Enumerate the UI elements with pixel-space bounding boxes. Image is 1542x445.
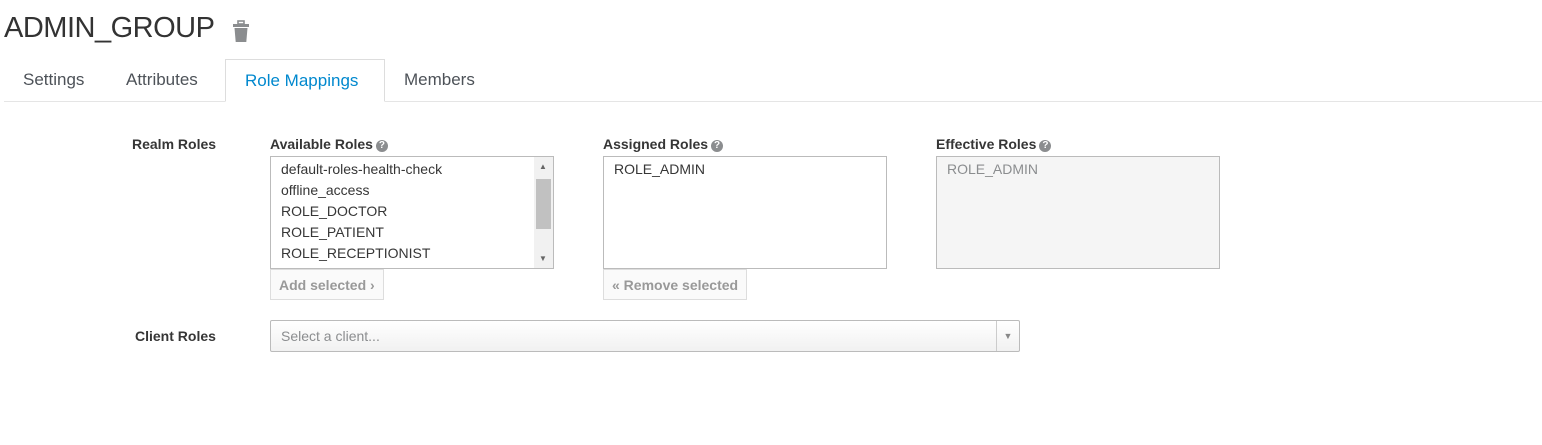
scrollbar-thumb[interactable] xyxy=(536,179,551,229)
tab-settings[interactable]: Settings xyxy=(4,59,103,101)
client-roles-label: Client Roles xyxy=(135,328,216,344)
tab-bar: Settings Attributes Role Mappings Member… xyxy=(4,59,1542,102)
available-roles-label: Available Roles xyxy=(270,136,373,152)
scroll-down-icon[interactable]: ▼ xyxy=(539,254,547,263)
effective-roles-label: Effective Roles xyxy=(936,136,1037,152)
effective-roles-list: ROLE_ADMIN xyxy=(936,156,1220,269)
list-item[interactable]: ROLE_RECEPTIONIST xyxy=(271,243,553,264)
assigned-roles-list[interactable]: ROLE_ADMIN xyxy=(603,156,887,269)
scroll-up-icon[interactable]: ▲ xyxy=(539,162,547,171)
scrollbar[interactable]: ▲ ▼ xyxy=(534,157,553,268)
available-roles-heading: Available Roles? xyxy=(270,136,388,152)
list-item[interactable]: ROLE_DOCTOR xyxy=(271,201,553,222)
client-select-placeholder: Select a client... xyxy=(281,328,380,344)
list-item[interactable]: offline_access xyxy=(271,180,553,201)
list-item[interactable]: ROLE_ADMIN xyxy=(604,159,886,180)
remove-selected-button[interactable]: « Remove selected xyxy=(603,269,748,300)
add-selected-button[interactable]: Add selected › xyxy=(270,269,384,300)
effective-roles-heading: Effective Roles? xyxy=(936,136,1052,152)
realm-roles-label: Realm Roles xyxy=(132,136,217,152)
trash-icon[interactable] xyxy=(232,20,250,43)
tab-role-mappings[interactable]: Role Mappings xyxy=(225,59,385,102)
client-select[interactable]: Select a client... ▼ xyxy=(270,320,1020,352)
assigned-roles-label: Assigned Roles xyxy=(603,136,709,152)
assigned-roles-heading: Assigned Roles? xyxy=(603,136,724,152)
help-icon[interactable]: ? xyxy=(375,140,388,152)
list-item: ROLE_ADMIN xyxy=(947,161,1039,177)
list-item[interactable]: ROLE_PATIENT xyxy=(271,222,553,243)
help-icon[interactable]: ? xyxy=(711,140,724,152)
help-icon[interactable]: ? xyxy=(1039,140,1052,152)
chevron-down-icon[interactable]: ▼ xyxy=(996,321,1019,351)
tab-members[interactable]: Members xyxy=(385,59,494,101)
page-title: ADMIN_GROUP xyxy=(4,12,215,44)
list-item[interactable]: default-roles-health-check xyxy=(271,159,553,180)
available-roles-list[interactable]: default-roles-health-check offline_acces… xyxy=(270,156,554,269)
tab-attributes[interactable]: Attributes xyxy=(107,59,217,101)
